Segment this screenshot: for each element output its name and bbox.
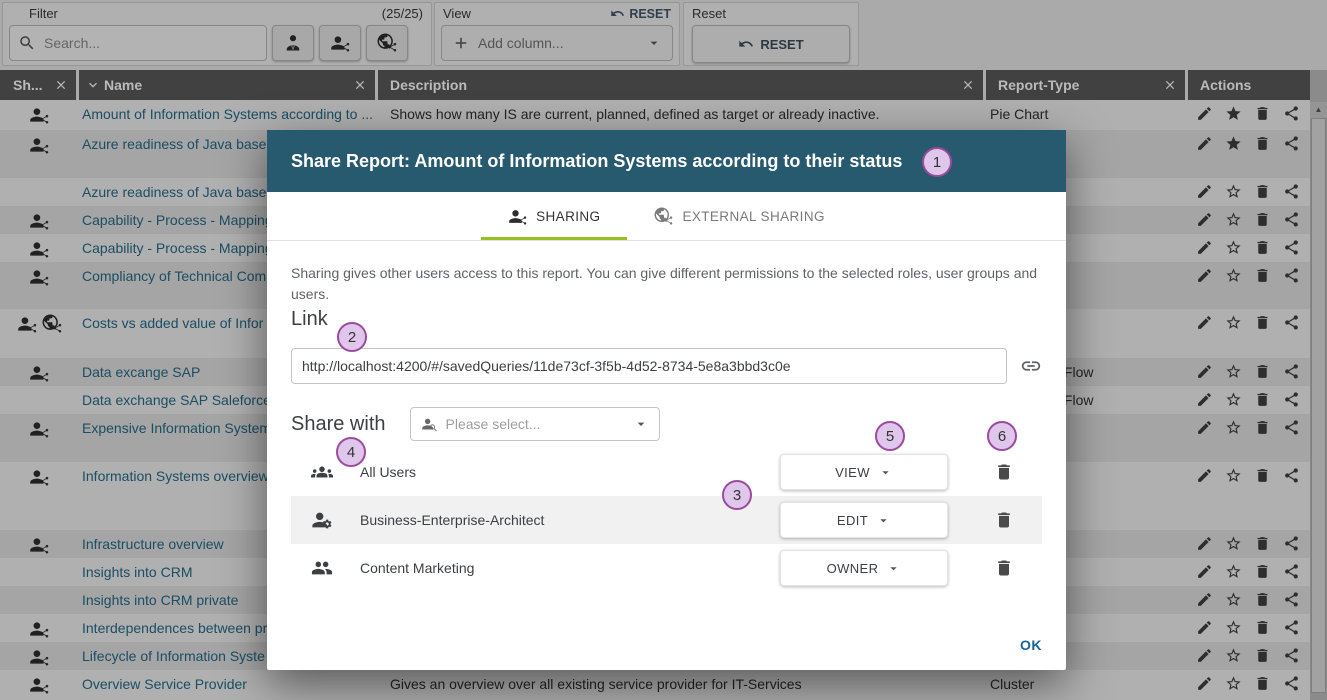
share-with-label: Share with <box>291 413 386 436</box>
remove-share-icon[interactable] <box>994 462 1014 482</box>
share-entry-name: Content Marketing <box>360 560 474 576</box>
share-entry-name: Business-Enterprise-Architect <box>360 512 544 528</box>
select-placeholder: Please select... <box>446 416 633 432</box>
link-icon[interactable] <box>1020 355 1042 377</box>
permission-select[interactable]: EDIT <box>780 502 948 538</box>
share-entry-name: All Users <box>360 464 416 480</box>
share-entry-row: Content Marketing OWNER <box>291 544 1042 592</box>
share-entry-row: All Users VIEW <box>291 448 1042 496</box>
caret-down-icon <box>633 416 649 432</box>
permission-select[interactable]: VIEW <box>780 454 948 490</box>
remove-share-icon[interactable] <box>994 558 1014 578</box>
share-report-dialog: Share Report: Amount of Information Syst… <box>267 130 1066 670</box>
dialog-header: Share Report: Amount of Information Syst… <box>267 130 1066 192</box>
permission-select[interactable]: OWNER <box>780 550 948 586</box>
person-gear-icon <box>311 509 333 531</box>
dialog-title: Share Report: Amount of Information Syst… <box>291 151 902 172</box>
people-icon <box>311 557 333 579</box>
link-row <box>291 348 1042 384</box>
link-label: Link <box>291 308 328 331</box>
share-with-select[interactable]: Please select... <box>410 407 660 441</box>
sharing-description: Sharing gives other users access to this… <box>291 263 1039 305</box>
share-link-input[interactable] <box>291 348 1007 384</box>
groups-icon <box>311 461 333 483</box>
share-entry-row: Business-Enterprise-Architect EDIT <box>291 496 1042 544</box>
dialog-tabs: SHARING EXTERNAL SHARING <box>267 192 1066 241</box>
tab-external-sharing[interactable]: EXTERNAL SHARING <box>627 192 851 240</box>
reports-screen: Filter (25/25) <box>0 0 1327 700</box>
share-list: All Users VIEW Business-Enterprise-Archi… <box>291 448 1042 592</box>
person-search-icon <box>421 416 438 433</box>
globe-share-icon <box>654 207 673 226</box>
ok-button[interactable]: OK <box>1020 637 1042 653</box>
remove-share-icon[interactable] <box>994 510 1014 530</box>
share-with-row: Share with Please select... <box>291 407 660 441</box>
person-share-icon <box>508 207 527 226</box>
tab-sharing[interactable]: SHARING <box>481 192 627 240</box>
